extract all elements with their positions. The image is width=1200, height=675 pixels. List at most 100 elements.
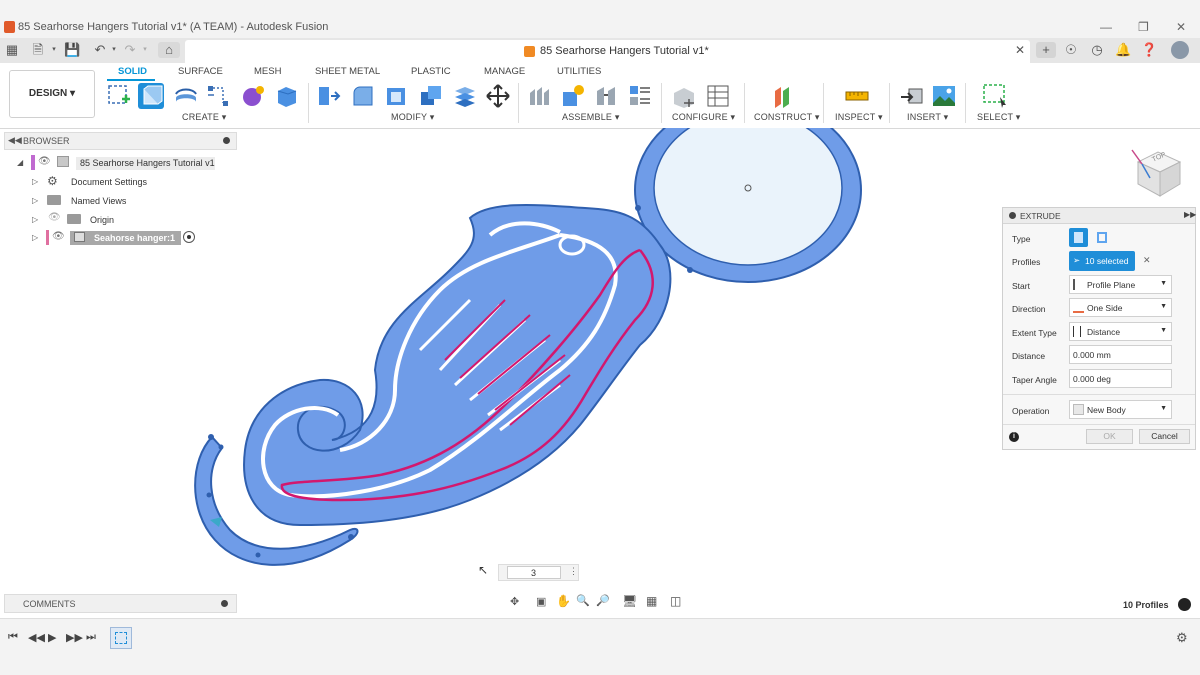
insert-canvas-icon[interactable] — [931, 83, 957, 109]
box-icon[interactable] — [274, 83, 300, 109]
data-panel-grid-icon[interactable]: ▦ — [4, 42, 20, 58]
window-select-icon[interactable] — [982, 83, 1008, 109]
extensions-icon[interactable]: ☉ — [1063, 42, 1079, 58]
distance-canvas-input[interactable]: 3 — [507, 566, 561, 579]
revolve-icon[interactable] — [173, 83, 199, 109]
expand-dialog-icon[interactable]: ▶▶ — [1184, 210, 1196, 219]
close-tab-icon[interactable]: ✕ — [1015, 43, 1025, 57]
zoom-icon[interactable]: 🔍 — [576, 594, 590, 607]
viewcube[interactable] — [1130, 140, 1192, 202]
pan-hand-icon[interactable]: ✋ — [556, 594, 571, 608]
user-avatar[interactable] — [1171, 41, 1189, 59]
new-tab-plus-icon[interactable]: + — [1036, 42, 1056, 58]
joint-icon[interactable] — [560, 83, 586, 109]
select-group-label[interactable]: SELECT ▾ — [977, 112, 1020, 123]
press-pull-icon[interactable] — [316, 83, 342, 109]
go-to-end-icon[interactable]: ⏭ — [86, 631, 96, 644]
clear-selection-icon[interactable]: ✕ — [1143, 255, 1151, 266]
profiles-selection-button[interactable]: ➢ 10 selected — [1069, 251, 1135, 271]
direction-select[interactable]: One Side ▼ — [1069, 298, 1172, 317]
expand-triangle-icon[interactable]: ▷ — [32, 196, 38, 205]
grid-settings-icon[interactable]: ▦ — [646, 594, 657, 608]
fillet-icon[interactable] — [350, 83, 376, 109]
status-orb-icon[interactable] — [1178, 598, 1191, 611]
undo-dropdown-icon[interactable]: ▾ — [106, 42, 122, 58]
go-to-start-icon[interactable]: ⏮ — [8, 631, 18, 644]
file-dropdown-icon[interactable]: ▾ — [46, 42, 62, 58]
extrude-icon[interactable] — [138, 83, 164, 109]
tab-surface[interactable]: SURFACE — [178, 66, 223, 77]
type-solid-button[interactable] — [1069, 228, 1088, 247]
insert-derive-icon[interactable] — [899, 83, 925, 109]
tab-plastic[interactable]: PLASTIC — [411, 66, 451, 77]
tab-sheet-metal[interactable]: SHEET METAL — [315, 66, 380, 77]
viewports-icon[interactable]: ◫ — [670, 594, 681, 608]
inspect-group-label[interactable]: INSPECT ▾ — [835, 112, 883, 123]
browser-root-row[interactable]: ◢ 👁 85 Searhorse Hangers Tutorial v1 — [0, 155, 215, 171]
home-icon[interactable]: ⌂ — [158, 42, 180, 58]
look-at-icon[interactable]: ▣ — [536, 595, 546, 608]
tab-utilities[interactable]: UTILITIES — [557, 66, 601, 77]
move-copy-icon[interactable] — [485, 83, 511, 109]
timeline-settings-gear-icon[interactable]: ⚙ — [1176, 630, 1188, 646]
expand-triangle-icon[interactable]: ▷ — [32, 215, 38, 224]
display-settings-icon[interactable]: 🖥 — [622, 594, 637, 608]
tab-mesh[interactable]: MESH — [254, 66, 281, 77]
minimize-icon[interactable]: — — [1100, 20, 1112, 34]
start-select[interactable]: Profile Plane ▼ — [1069, 275, 1172, 294]
shell-icon[interactable] — [384, 83, 410, 109]
combine-icon[interactable] — [418, 83, 444, 109]
redo-dropdown-icon[interactable]: ▾ — [137, 42, 153, 58]
notifications-bell-icon[interactable]: 🔔 — [1115, 42, 1131, 58]
step-back-icon[interactable]: ◀◀ — [28, 631, 45, 644]
tab-solid[interactable]: SOLID — [118, 66, 147, 77]
assemble-group-label[interactable]: ASSEMBLE ▾ — [562, 112, 620, 123]
maximize-icon[interactable]: ❐ — [1138, 20, 1149, 34]
job-status-icon[interactable]: ◷ — [1089, 42, 1105, 58]
tab-manage[interactable]: MANAGE — [484, 66, 525, 77]
dialog-pin-icon[interactable] — [1009, 212, 1016, 219]
save-icon[interactable]: 💾 — [64, 42, 80, 58]
new-component-icon[interactable] — [527, 83, 553, 109]
dimension-input-box[interactable]: 3 ⋮ — [498, 564, 579, 581]
configuration-table-icon[interactable] — [705, 83, 731, 109]
help-icon[interactable]: ❓ — [1141, 42, 1157, 58]
modify-group-label[interactable]: MODIFY ▾ — [391, 112, 434, 123]
ok-button[interactable]: OK — [1086, 429, 1133, 444]
collapse-triangle-icon[interactable]: ◢ — [17, 158, 23, 167]
fit-zoom-icon[interactable]: 🔎 — [596, 594, 610, 607]
sweep-icon[interactable] — [205, 83, 231, 109]
operation-select[interactable]: New Body ▼ — [1069, 400, 1172, 419]
measure-icon[interactable] — [844, 83, 870, 109]
cancel-button[interactable]: Cancel — [1139, 429, 1190, 444]
offset-plane-icon[interactable] — [771, 83, 797, 109]
file-icon[interactable]: 🗎 — [30, 42, 46, 58]
extent-type-select[interactable]: Distance ▼ — [1069, 322, 1172, 341]
close-window-icon[interactable]: ✕ — [1176, 20, 1186, 34]
comments-panel-header[interactable]: COMMENTS — [4, 594, 237, 613]
configure-group-label[interactable]: CONFIGURE ▾ — [672, 112, 735, 123]
orbit-icon[interactable]: ✥ — [510, 595, 519, 608]
configure-model-icon[interactable] — [671, 83, 697, 109]
redo-icon[interactable]: ↷ — [122, 42, 138, 58]
visibility-eye-icon[interactable]: 👁 — [52, 231, 65, 242]
comments-pin-icon[interactable] — [221, 600, 228, 607]
as-built-joint-icon[interactable] — [594, 83, 620, 109]
type-thin-button[interactable] — [1093, 228, 1112, 247]
expand-triangle-icon[interactable]: ▷ — [32, 233, 38, 242]
play-icon[interactable]: ▶ — [48, 631, 56, 644]
timeline-sketch-feature[interactable] — [110, 627, 132, 649]
more-options-icon[interactable]: ⋮ — [569, 566, 578, 577]
document-tab[interactable]: 85 Searhorse Hangers Tutorial v1* ✕ — [185, 40, 1030, 63]
construct-group-label[interactable]: CONSTRUCT ▾ — [754, 112, 820, 123]
workspace-switcher-button[interactable]: DESIGN ▾ — [9, 70, 95, 118]
visibility-eye-icon[interactable]: 👁 — [38, 156, 51, 167]
taper-angle-input[interactable]: 0.000 deg — [1069, 369, 1172, 388]
insert-group-label[interactable]: INSERT ▾ — [907, 112, 948, 123]
design-canvas[interactable] — [185, 128, 875, 588]
extrude-header[interactable]: EXTRUDE ▶▶ — [1003, 208, 1196, 224]
create-form-icon[interactable] — [240, 83, 266, 109]
create-sketch-icon[interactable] — [106, 83, 132, 109]
collapse-browser-icon[interactable]: ◀◀ — [8, 135, 22, 146]
bill-of-materials-icon[interactable] — [627, 83, 653, 109]
